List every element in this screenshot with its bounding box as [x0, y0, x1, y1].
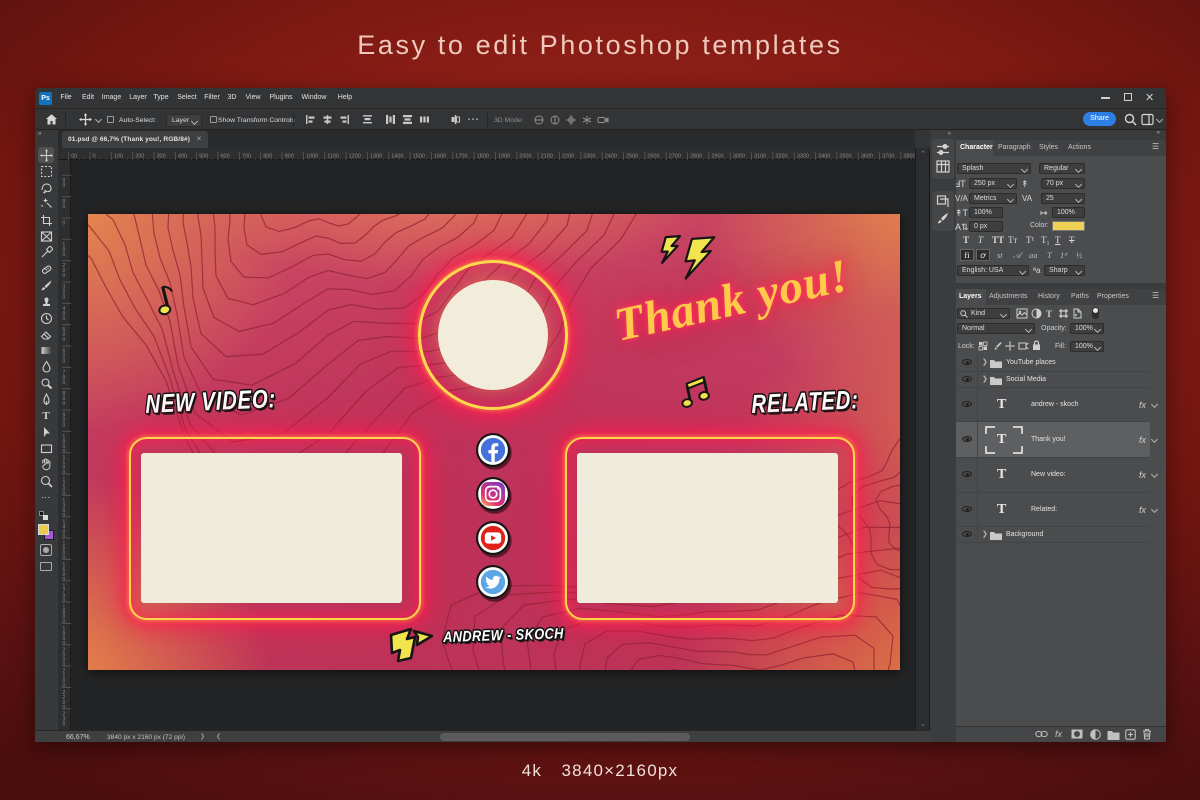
svg-text:1900: 1900: [498, 154, 510, 160]
svg-text:0: 0: [63, 252, 66, 258]
svg-text:2200: 2200: [562, 154, 574, 160]
svg-text:0: 0: [63, 470, 66, 476]
svg-text:3000: 3000: [733, 154, 745, 160]
svg-text:0: 0: [63, 513, 66, 519]
svg-text:1400: 1400: [391, 154, 403, 160]
svg-text:2300: 2300: [583, 154, 595, 160]
svg-text:2400: 2400: [605, 154, 617, 160]
svg-text:2100: 2100: [541, 154, 553, 160]
svg-text:0: 0: [63, 401, 66, 407]
svg-text:0: 0: [63, 598, 66, 604]
svg-text:1600: 1600: [434, 154, 446, 160]
svg-text:0: 0: [63, 556, 66, 562]
svg-text:0: 0: [63, 705, 66, 711]
svg-text:1100: 1100: [327, 154, 339, 160]
svg-text:0: 0: [63, 295, 66, 301]
svg-text:0: 0: [63, 662, 66, 668]
svg-text:2500: 2500: [626, 154, 638, 160]
svg-text:0: 0: [63, 316, 66, 322]
svg-text:0: 0: [63, 359, 66, 365]
svg-text:0: 0: [63, 423, 66, 429]
svg-text:3200: 3200: [775, 154, 787, 160]
svg-text:2600: 2600: [647, 154, 659, 160]
svg-text:1800: 1800: [477, 154, 489, 160]
svg-text:0: 0: [63, 337, 66, 343]
svg-text:0: 0: [63, 684, 66, 690]
svg-text:3400: 3400: [818, 154, 830, 160]
svg-text:0: 0: [63, 492, 66, 498]
svg-text:1700: 1700: [455, 154, 467, 160]
svg-text:3600: 3600: [861, 154, 873, 160]
svg-text:2900: 2900: [711, 154, 723, 160]
svg-text:0: 0: [63, 380, 66, 386]
svg-text:0: 0: [63, 204, 66, 210]
svg-text:1300: 1300: [370, 154, 382, 160]
svg-text:2800: 2800: [690, 154, 702, 160]
svg-text:3700: 3700: [882, 154, 894, 160]
svg-text:0: 0: [63, 721, 66, 726]
svg-text:0: 0: [63, 641, 66, 647]
svg-text:0: 0: [63, 620, 66, 626]
svg-text:0: 0: [63, 221, 66, 227]
svg-text:2700: 2700: [669, 154, 681, 160]
svg-text:3300: 3300: [797, 154, 809, 160]
svg-text:0: 0: [63, 183, 66, 189]
svg-text:1000: 1000: [306, 154, 318, 160]
svg-text:0: 0: [63, 577, 66, 583]
svg-text:2000: 2000: [519, 154, 531, 160]
svg-text:3800: 3800: [903, 154, 915, 160]
svg-text:3500: 3500: [839, 154, 851, 160]
svg-text:0: 0: [63, 273, 66, 279]
svg-text:1500: 1500: [413, 154, 425, 160]
svg-text:3100: 3100: [754, 154, 766, 160]
svg-text:1200: 1200: [349, 154, 361, 160]
svg-text:0: 0: [63, 449, 66, 455]
svg-text:0: 0: [63, 534, 66, 540]
